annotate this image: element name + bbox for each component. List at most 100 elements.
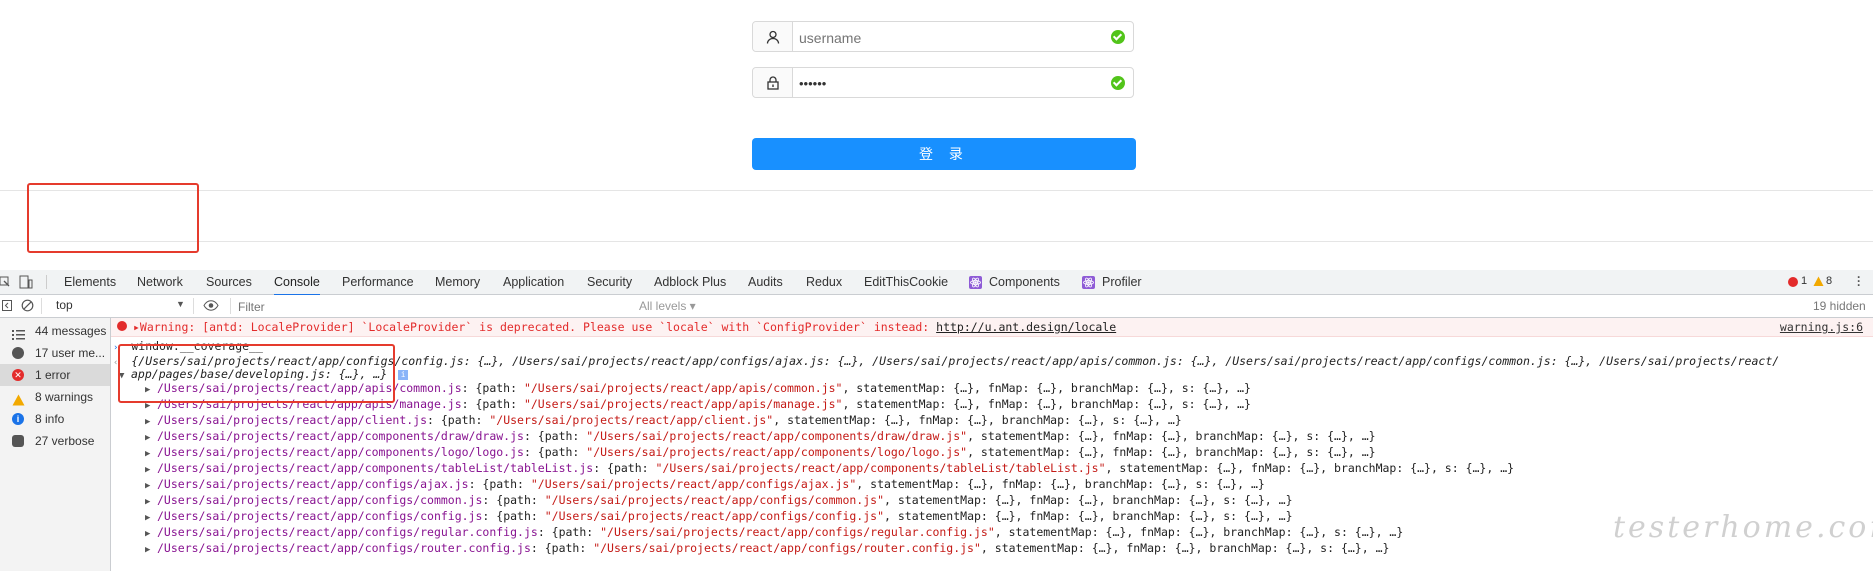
console-warning-row[interactable]: ▸Warning: [antd: LocaleProvider] `Locale… <box>111 318 1873 337</box>
entry-path: "/Users/sai/projects/react/app/configs/a… <box>530 477 857 491</box>
entry-path: "/Users/sai/projects/react/app/component… <box>586 429 968 443</box>
context-selector[interactable]: top <box>56 298 73 312</box>
tab-editthiscookie[interactable]: EditThisCookie <box>864 270 948 294</box>
tab-redux[interactable]: Redux <box>806 270 842 294</box>
log-levels-dropdown[interactable]: All levels ▾ <box>639 299 696 313</box>
device-toggle-icon[interactable] <box>19 275 33 292</box>
filter-input[interactable] <box>236 297 630 316</box>
entry-key: /Users/sai/projects/react/app/configs/ro… <box>157 541 531 555</box>
sidebar-toggle-icon[interactable] <box>2 300 12 314</box>
watermark: testerhome.com <box>1613 510 1873 545</box>
triangle-right-icon[interactable]: ▶ <box>145 542 157 558</box>
list-item[interactable]: ▶/Users/sai/projects/react/app/configs/r… <box>145 540 1389 556</box>
warning-source-link[interactable]: warning.js:6 <box>1780 320 1863 334</box>
eye-icon[interactable] <box>203 300 219 314</box>
divider <box>0 190 1873 191</box>
entry-path: "/Users/sai/projects/react/app/configs/c… <box>544 509 884 523</box>
check-circle-icon <box>1111 76 1125 90</box>
list-item[interactable]: ▶/Users/sai/projects/react/app/configs/c… <box>145 508 1293 524</box>
entry-path: "/Users/sai/projects/react/app/component… <box>655 461 1106 475</box>
tab-sources[interactable]: Sources <box>206 270 252 294</box>
tab-adblock-plus[interactable]: Adblock Plus <box>654 270 726 294</box>
password-field[interactable] <box>752 67 1134 98</box>
username-input[interactable] <box>797 24 1101 51</box>
tab-profiler[interactable]: Profiler <box>1102 270 1142 294</box>
list-item[interactable]: ▶/Users/sai/projects/react/app/component… <box>145 444 1376 460</box>
sidebar-item-label: 44 messages <box>35 324 107 338</box>
tab-memory[interactable]: Memory <box>435 270 480 294</box>
entry-rest: , statementMap: {…}, fnMap: {…}, branchM… <box>842 381 1251 395</box>
list-item[interactable]: ▶/Users/sai/projects/react/app/configs/r… <box>145 524 1403 540</box>
bug-icon <box>12 435 24 447</box>
tab-network[interactable]: Network <box>137 270 183 294</box>
inspect-icon[interactable] <box>0 276 10 291</box>
list-item[interactable]: ▶/Users/sai/projects/react/app/component… <box>145 428 1376 444</box>
entry-key: /Users/sai/projects/react/app/components… <box>157 461 594 475</box>
entry-path: "/Users/sai/projects/react/app/client.js… <box>489 413 774 427</box>
tab-components[interactable]: Components <box>989 270 1060 294</box>
entry-key: /Users/sai/projects/react/app/components… <box>157 429 524 443</box>
sidebar-item-errors[interactable]: ✕ 1 error <box>0 364 110 386</box>
error-count[interactable]: 1 <box>1801 275 1807 287</box>
warning-message: ▸Warning: [antd: LocaleProvider] `Locale… <box>133 320 1117 334</box>
user-icon <box>753 22 793 51</box>
list-item[interactable]: ▶/Users/sai/projects/react/app/component… <box>145 460 1514 476</box>
entry-rest: , statementMap: {…}, fnMap: {…}, branchM… <box>842 397 1251 411</box>
entry-key: /Users/sai/projects/react/app/configs/re… <box>157 525 538 539</box>
entry-key: /Users/sai/projects/react/app/configs/co… <box>157 493 483 507</box>
entry-path: "/Users/sai/projects/react/app/configs/r… <box>600 525 995 539</box>
password-input[interactable] <box>797 70 1101 97</box>
error-icon: ✕ <box>12 369 24 381</box>
sidebar-item-messages[interactable]: 44 messages <box>0 320 110 342</box>
highlight-box <box>118 344 395 403</box>
lock-icon <box>753 68 793 97</box>
list-item[interactable]: ▶/Users/sai/projects/react/app/client.js… <box>145 412 1182 428</box>
entry-key: /Users/sai/projects/react/app/client.js <box>157 413 428 427</box>
list-item[interactable]: ▶/Users/sai/projects/react/app/configs/a… <box>145 476 1265 492</box>
sidebar-item-label: 27 verbose <box>35 434 95 448</box>
separator <box>41 298 42 314</box>
sidebar-item-warnings[interactable]: 8 warnings <box>0 386 110 408</box>
sidebar-item-info[interactable]: i 8 info <box>0 408 110 430</box>
devtools-tab-bar: Elements Network Sources Console Perform… <box>0 270 1873 296</box>
list-item[interactable]: ▶/Users/sai/projects/react/app/configs/c… <box>145 492 1293 508</box>
react-icon <box>969 276 982 292</box>
error-icon <box>1788 277 1798 287</box>
separator <box>46 275 47 289</box>
warning-count[interactable]: 8 <box>1826 275 1832 287</box>
sidebar-item-verbose[interactable]: 27 verbose <box>0 430 110 452</box>
login-button[interactable]: 登 录 <box>752 138 1136 170</box>
tab-performance[interactable]: Performance <box>342 270 414 294</box>
console-sidebar: 44 messages 17 user me... ✕ 1 error 8 wa… <box>0 318 111 571</box>
separator <box>230 298 231 314</box>
check-circle-icon <box>1111 30 1125 44</box>
console-toolbar: top ▼ All levels ▾ 19 hidden <box>0 295 1873 318</box>
entry-rest: , statementMap: {…}, fnMap: {…}, branchM… <box>884 493 1293 507</box>
entry-path: "/Users/sai/projects/react/app/configs/c… <box>544 493 884 507</box>
sidebar-item-label: 8 info <box>35 412 65 426</box>
username-field[interactable] <box>752 21 1134 52</box>
warning-link[interactable]: http://u.ant.design/locale <box>936 320 1116 334</box>
entry-rest: , statementMap: {…}, fnMap: {…}, branchM… <box>773 413 1182 427</box>
tab-security[interactable]: Security <box>587 270 632 294</box>
warning-icon <box>1813 276 1824 290</box>
devtools-panel: Elements Network Sources Console Perform… <box>0 270 1873 571</box>
entry-rest: , statementMap: {…}, fnMap: {…}, branchM… <box>1105 461 1515 475</box>
more-options-icon[interactable]: · · · <box>1857 271 1861 291</box>
tab-audits[interactable]: Audits <box>748 270 783 294</box>
entry-path: "/Users/sai/projects/react/app/apis/mana… <box>523 397 843 411</box>
tab-elements[interactable]: Elements <box>64 270 116 294</box>
info-icon[interactable]: i <box>398 369 409 380</box>
highlight-box <box>27 183 199 253</box>
chevron-down-icon[interactable]: ▼ <box>176 299 185 309</box>
hidden-count: 19 hidden <box>1813 299 1866 313</box>
tab-application[interactable]: Application <box>503 270 564 294</box>
tab-console[interactable]: Console <box>274 270 320 296</box>
separator <box>193 298 194 314</box>
login-page: 登 录 <box>0 0 1873 270</box>
entry-path: "/Users/sai/projects/react/app/apis/comm… <box>523 381 843 395</box>
user-icon <box>12 347 24 359</box>
sidebar-item-user-messages[interactable]: 17 user me... <box>0 342 110 364</box>
entry-rest: , statementMap: {…}, fnMap: {…}, branchM… <box>980 541 1390 555</box>
clear-console-icon[interactable] <box>21 299 34 315</box>
